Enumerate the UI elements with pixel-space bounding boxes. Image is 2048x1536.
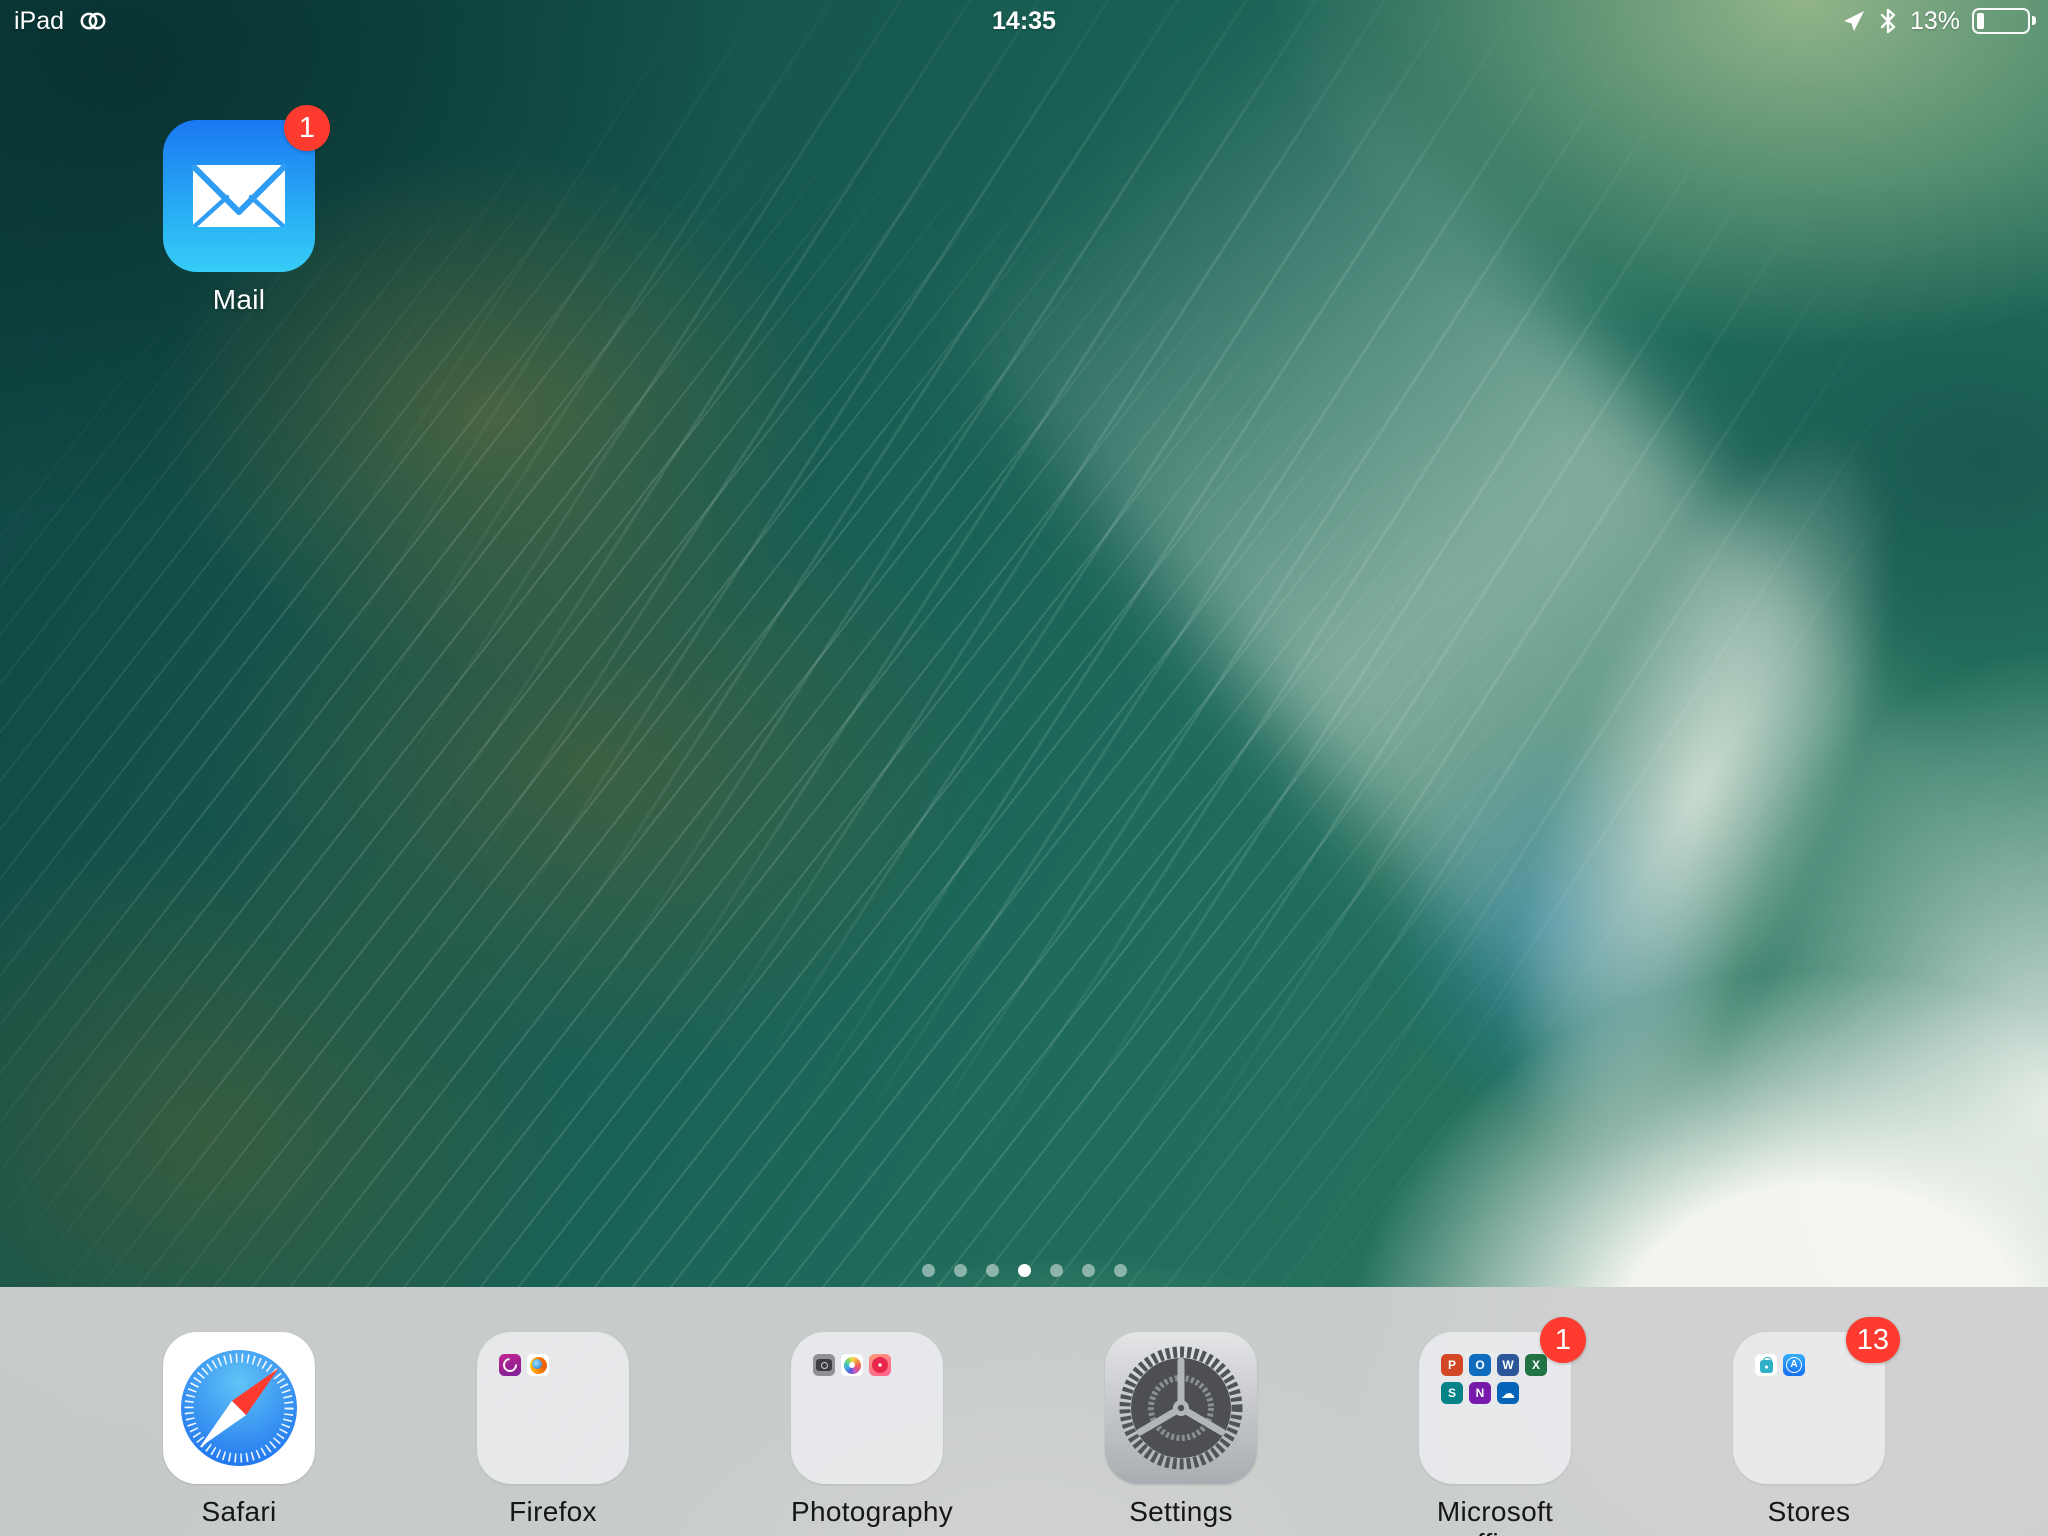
page-dot[interactable] — [922, 1264, 935, 1277]
bluetooth-icon — [1878, 7, 1898, 35]
dock-item-firefox-folder[interactable]: Firefox — [477, 1332, 629, 1536]
dock-label-safari: Safari — [163, 1496, 315, 1528]
battery-fill — [1977, 13, 1984, 29]
dock: Safari Firefox Photography — [0, 1287, 2048, 1536]
word-mini-icon: W — [1497, 1354, 1519, 1376]
mail-app-icon[interactable]: 1 — [163, 120, 315, 272]
mail-badge: 1 — [284, 105, 330, 151]
ipad-home-screen: iPad 14:35 13% 1 — [0, 0, 2048, 1536]
dock-item-settings[interactable]: Settings — [1105, 1332, 1257, 1536]
meitu-mini-icon — [869, 1354, 891, 1376]
page-dot[interactable] — [954, 1264, 967, 1277]
page-dot[interactable] — [1050, 1264, 1063, 1277]
powerpoint-mini-icon: P — [1441, 1354, 1463, 1376]
battery-percent: 13% — [1910, 7, 1960, 36]
settings-gear-icon — [1105, 1332, 1257, 1484]
dock-label-settings: Settings — [1105, 1496, 1257, 1528]
apple-store-mini-icon — [1755, 1354, 1777, 1376]
dock-label-firefox: Firefox — [477, 1496, 629, 1528]
photos-mini-icon — [841, 1354, 863, 1376]
page-dot[interactable] — [1114, 1264, 1127, 1277]
dock-label-microsoft-office: Microsoft office — [1419, 1496, 1571, 1536]
excel-mini-icon: X — [1525, 1354, 1547, 1376]
status-bar: iPad 14:35 13% — [0, 0, 2048, 42]
page-dot-active[interactable] — [1018, 1264, 1031, 1277]
sharepoint-mini-glyph: S — [1448, 1387, 1456, 1399]
safari-compass-icon — [163, 1332, 315, 1484]
page-dots[interactable] — [0, 1264, 2048, 1277]
app-store-mini-glyph: A — [1790, 1360, 1797, 1370]
outlook-mini-glyph: O — [1475, 1359, 1484, 1371]
onenote-mini-icon: N — [1469, 1382, 1491, 1404]
firefox-folder-icon[interactable] — [477, 1332, 629, 1484]
photography-folder-icon[interactable] — [791, 1332, 943, 1484]
dock-item-photography-folder[interactable]: Photography — [791, 1332, 943, 1536]
page-dot[interactable] — [986, 1264, 999, 1277]
dock-item-stores-folder[interactable]: A 13 Stores — [1733, 1332, 1885, 1536]
microsoft-office-badge: 1 — [1540, 1317, 1586, 1363]
mail-app-label: Mail — [163, 284, 315, 316]
dock-label-stores: Stores — [1733, 1496, 1885, 1528]
onedrive-mini-icon: ☁ — [1497, 1382, 1519, 1404]
outlook-mini-icon: O — [1469, 1354, 1491, 1376]
dock-label-photography: Photography — [791, 1496, 943, 1528]
dock-item-safari[interactable]: Safari — [163, 1332, 315, 1536]
onenote-mini-glyph: N — [1476, 1387, 1485, 1399]
firefox-focus-mini-icon — [499, 1354, 521, 1376]
app-store-mini-icon: A — [1783, 1354, 1805, 1376]
powerpoint-mini-glyph: P — [1448, 1359, 1456, 1371]
dock-item-microsoft-office-folder[interactable]: POWXSN☁ 1 Microsoft office — [1419, 1332, 1571, 1536]
location-icon — [1842, 9, 1866, 33]
stores-badge: 13 — [1846, 1317, 1900, 1363]
app-mail[interactable]: 1 Mail — [163, 120, 315, 316]
page-dot[interactable] — [1082, 1264, 1095, 1277]
safari-app-icon[interactable] — [163, 1332, 315, 1484]
excel-mini-glyph: X — [1532, 1359, 1540, 1371]
camera-mini-icon — [813, 1354, 835, 1376]
clock: 14:35 — [992, 7, 1056, 36]
battery-icon — [1972, 8, 2030, 34]
settings-app-icon[interactable] — [1105, 1332, 1257, 1484]
onedrive-mini-glyph: ☁ — [1501, 1386, 1515, 1400]
sharepoint-mini-icon: S — [1441, 1382, 1463, 1404]
firefox-mini-icon — [527, 1354, 549, 1376]
word-mini-glyph: W — [1502, 1359, 1513, 1371]
